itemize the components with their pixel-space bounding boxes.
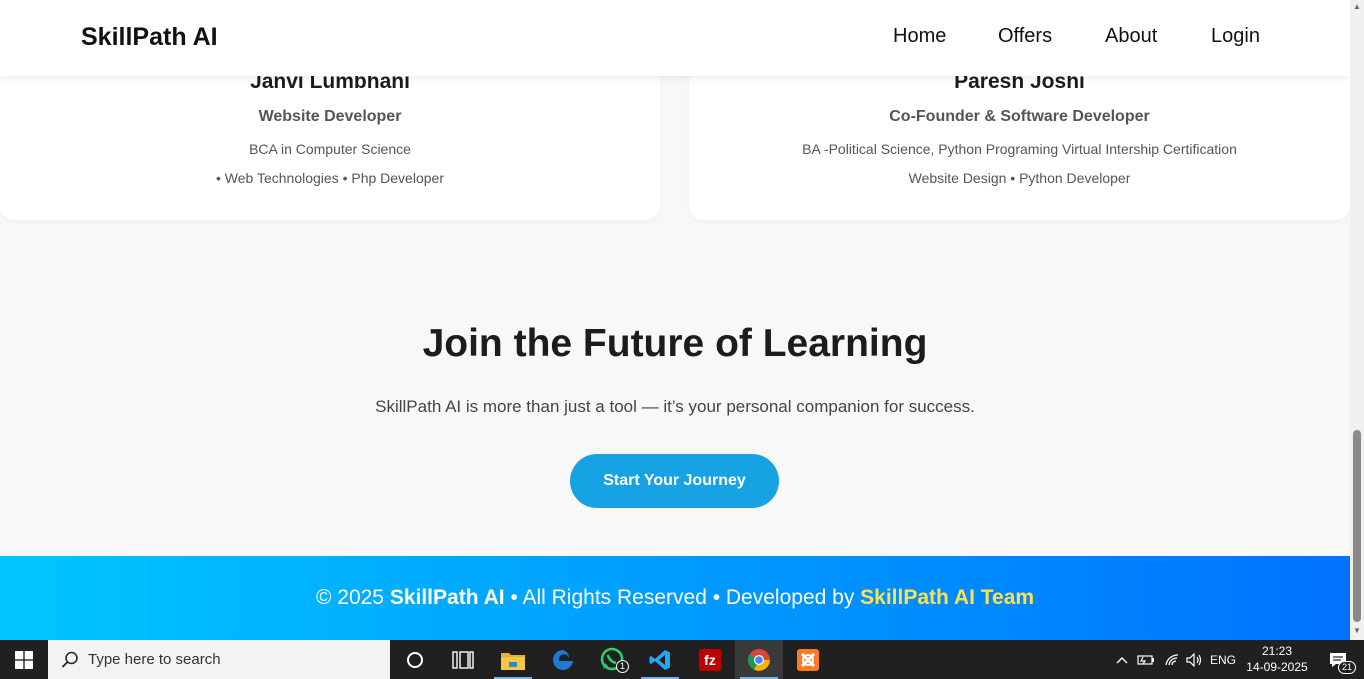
file-explorer-button[interactable] xyxy=(489,640,537,679)
filezilla-button[interactable]: fz xyxy=(686,640,734,679)
folder-icon xyxy=(501,652,525,670)
footer-brand: SkillPath AI xyxy=(389,586,505,609)
start-journey-button[interactable]: Start Your Journey xyxy=(570,454,779,508)
whatsapp-button[interactable]: 1 xyxy=(588,640,636,679)
chrome-button[interactable] xyxy=(735,640,783,679)
xampp-button[interactable] xyxy=(784,640,832,679)
xampp-icon xyxy=(797,648,819,671)
nav-offers[interactable]: Offers xyxy=(998,25,1052,48)
site-footer: © 2025 SkillPath AI • All Rights Reserve… xyxy=(0,556,1350,640)
cortana-button[interactable] xyxy=(391,640,439,679)
whatsapp-badge: 1 xyxy=(616,660,630,673)
scroll-thumb[interactable] xyxy=(1353,430,1361,622)
speaker-icon xyxy=(1186,652,1202,667)
brand-logo[interactable]: SkillPath AI xyxy=(81,23,218,52)
member-education: BA -Political Science, Python Programing… xyxy=(802,141,1237,157)
footer-rights: • All Rights Reserved • Developed by xyxy=(510,586,855,609)
cta-text: SkillPath AI is more than just a tool — … xyxy=(375,397,975,416)
wifi-icon xyxy=(1165,653,1179,665)
site-header: SkillPath AI Home Offers About Login xyxy=(0,0,1350,76)
search-icon xyxy=(61,651,78,668)
edge-icon xyxy=(553,649,573,670)
member-role: Website Developer xyxy=(258,108,402,125)
windows-taskbar: Type here to search 1 fz ENG 21:23 14-09… xyxy=(0,640,1364,679)
clock-time: 21:23 xyxy=(1261,644,1293,658)
notification-count-badge: 21 xyxy=(1338,661,1357,674)
nav-login[interactable]: Login xyxy=(1211,25,1260,48)
edge-browser-button[interactable] xyxy=(539,640,587,679)
task-view-button[interactable] xyxy=(439,640,487,679)
windows-logo-icon xyxy=(14,650,33,669)
network-button[interactable] xyxy=(1160,640,1184,679)
task-view-icon xyxy=(452,650,474,669)
vscode-icon xyxy=(649,649,670,670)
footer-copyright: © 2025 xyxy=(315,586,384,609)
clock-date: 14-09-2025 xyxy=(1246,660,1308,674)
nav-about[interactable]: About xyxy=(1105,25,1157,48)
cortana-circle-icon xyxy=(407,651,423,668)
footer-team: SkillPath AI Team xyxy=(860,586,1035,609)
vscode-button[interactable] xyxy=(636,640,684,679)
scroll-up-arrow-icon[interactable]: ▲ xyxy=(1350,2,1364,14)
tray-overflow-button[interactable] xyxy=(1112,640,1132,679)
member-skills: Website Design • Python Developer xyxy=(908,170,1131,186)
windows-start-button[interactable] xyxy=(0,640,47,679)
action-center-button[interactable]: 21 xyxy=(1318,640,1358,679)
member-education: BCA in Computer Science xyxy=(249,141,411,157)
search-placeholder: Type here to search xyxy=(88,651,221,668)
chevron-up-icon xyxy=(1116,656,1128,663)
volume-button[interactable] xyxy=(1184,640,1206,679)
filezilla-icon: fz xyxy=(699,648,721,671)
nav-home[interactable]: Home xyxy=(893,25,946,48)
svg-text:fz: fz xyxy=(704,652,716,668)
cta-title: Join the Future of Learning xyxy=(422,322,928,365)
taskbar-clock[interactable]: 21:23 14-09-2025 xyxy=(1244,643,1310,675)
taskbar-search-box[interactable]: Type here to search xyxy=(48,640,390,679)
battery-charging-icon xyxy=(1137,654,1154,665)
scroll-down-arrow-icon[interactable]: ▼ xyxy=(1350,626,1364,638)
page: Janvi Lumbhani Website Developer BCA in … xyxy=(0,0,1350,640)
member-skills: • Web Technologies • Php Developer xyxy=(216,170,444,186)
battery-button[interactable] xyxy=(1134,640,1158,679)
member-role: Co-Founder & Software Developer xyxy=(889,108,1150,125)
page-scrollbar[interactable]: ▲ ▼ xyxy=(1350,0,1364,640)
language-indicator[interactable]: ENG xyxy=(1208,640,1238,679)
chrome-icon xyxy=(748,648,770,671)
